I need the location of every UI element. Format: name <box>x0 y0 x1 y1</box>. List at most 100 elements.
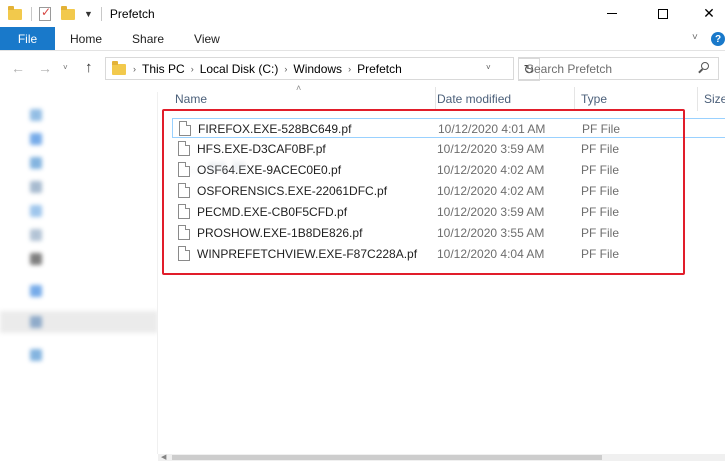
search-box[interactable] <box>518 57 719 80</box>
tab-share[interactable]: Share <box>117 27 179 50</box>
file-date-modified: 10/12/2020 4:04 AM <box>437 247 545 261</box>
file-row[interactable]: FIREFOX.EXE-528BC649.pf 10/12/2020 4:01 … <box>172 118 725 138</box>
sidebar-item[interactable] <box>0 128 157 150</box>
navigation-bar: ← → ˅ ↑ › This PC › Local Disk (C:) › Wi… <box>0 55 725 83</box>
tab-file-label: File <box>17 31 38 46</box>
file-row[interactable]: OSF64.EXE-9ACEC0E0.pf 10/12/2020 4:02 AM… <box>172 160 725 180</box>
sidebar-item[interactable] <box>0 200 157 222</box>
sidebar-item[interactable] <box>0 248 157 270</box>
tab-file[interactable]: File <box>0 27 55 50</box>
search-input[interactable] <box>526 61 696 76</box>
file-type: PF File <box>581 142 620 156</box>
explorer-window: ▼ Prefetch ✕ File Home Share View ˅ ? ← … <box>0 0 725 461</box>
breadcrumb-separator-icon[interactable]: › <box>133 64 136 74</box>
new-folder-icon[interactable] <box>61 5 77 22</box>
file-name: FIREFOX.EXE-528BC649.pf <box>198 122 352 136</box>
scroll-left-arrow-icon[interactable]: ◀ <box>161 453 166 461</box>
column-header-size-label: Size <box>704 92 725 106</box>
back-arrow-icon[interactable]: ← <box>11 60 25 76</box>
file-row[interactable]: WINPREFETCHVIEW.EXE-F87C228A.pf 10/12/20… <box>172 244 725 264</box>
quick-access-toolbar: ▼ Prefetch <box>0 0 155 27</box>
column-header-type[interactable]: Type <box>575 87 698 111</box>
column-header-date-label: Date modified <box>437 92 512 106</box>
breadcrumb-separator-icon[interactable]: › <box>348 64 351 74</box>
file-type: PF File <box>581 247 620 261</box>
horizontal-scrollbar[interactable]: ◀ <box>158 454 725 461</box>
ribbon-tabs: File Home Share View ˅ ? <box>0 27 725 51</box>
sidebar-item[interactable] <box>0 176 157 198</box>
recent-locations-chevron-icon[interactable]: ˅ <box>63 63 68 72</box>
breadcrumb-local-disk[interactable]: Local Disk (C:) <box>200 62 279 76</box>
expand-ribbon-chevron-icon[interactable]: ˅ <box>692 32 698 43</box>
file-date-modified: 10/12/2020 4:01 AM <box>438 122 546 136</box>
navigation-pane <box>0 92 158 454</box>
file-name: WINPREFETCHVIEW.EXE-F87C228A.pf <box>197 247 418 261</box>
help-icon-glyph: ? <box>714 33 722 45</box>
breadcrumb-windows[interactable]: Windows <box>293 62 342 76</box>
title-bar: ▼ Prefetch ✕ <box>0 0 725 27</box>
breadcrumb-separator-icon[interactable]: › <box>284 64 287 74</box>
breadcrumb-prefetch[interactable]: Prefetch <box>357 62 402 76</box>
tab-view-label: View <box>194 31 220 46</box>
file-type: PF File <box>581 184 620 198</box>
file-row[interactable]: PECMD.EXE-CB0F5CFD.pf 10/12/2020 3:59 AM… <box>172 202 725 222</box>
folder-icon <box>8 5 24 22</box>
sidebar-item[interactable] <box>0 311 157 333</box>
file-type: PF File <box>581 163 620 177</box>
file-name: HFS.EXE-D3CAF0BF.pf <box>197 142 326 156</box>
file-date-modified: 10/12/2020 3:59 AM <box>437 142 545 156</box>
address-bar[interactable]: › This PC › Local Disk (C:) › Windows › … <box>105 57 540 81</box>
file-date-modified: 10/12/2020 4:02 AM <box>437 184 545 198</box>
tab-home-label: Home <box>70 31 103 46</box>
tab-home[interactable]: Home <box>55 27 117 50</box>
properties-icon[interactable] <box>38 5 54 22</box>
file-icon <box>178 225 190 240</box>
close-button[interactable]: ✕ <box>686 0 725 27</box>
help-icon[interactable]: ? <box>711 32 725 46</box>
sidebar-item[interactable] <box>0 152 157 174</box>
minimize-button[interactable] <box>589 0 635 27</box>
window-title: Prefetch <box>109 6 155 21</box>
column-header-date-modified[interactable]: Date modified <box>431 87 575 111</box>
file-row[interactable]: OSFORENSICS.EXE-22061DFC.pf 10/12/2020 4… <box>172 181 725 201</box>
column-headers: ˄ Name Date modified Type Size <box>158 83 725 111</box>
column-header-size[interactable]: Size <box>698 87 725 111</box>
breadcrumb-separator-icon[interactable]: › <box>191 64 194 74</box>
customize-toolbar-chevron-icon[interactable]: ▼ <box>84 9 93 19</box>
minimize-icon <box>607 13 617 14</box>
file-date-modified: 10/12/2020 4:02 AM <box>437 163 545 177</box>
maximize-button[interactable] <box>640 0 686 27</box>
column-header-type-label: Type <box>581 92 608 106</box>
sidebar-item[interactable] <box>0 224 157 246</box>
breadcrumb-this-pc[interactable]: This PC <box>142 62 185 76</box>
file-date-modified: 10/12/2020 3:55 AM <box>437 226 545 240</box>
sidebar-item[interactable] <box>0 104 157 126</box>
file-row[interactable]: PROSHOW.EXE-1B8DE826.pf 10/12/2020 3:55 … <box>172 223 725 243</box>
scrollbar-thumb[interactable] <box>172 455 602 460</box>
up-arrow-icon[interactable]: ↑ <box>85 59 93 76</box>
address-history-chevron-icon[interactable]: ˅ <box>486 63 491 72</box>
file-icon <box>178 204 190 219</box>
file-type: PF File <box>581 205 620 219</box>
forward-arrow-icon[interactable]: → <box>38 60 52 76</box>
folder-icon <box>111 60 127 77</box>
file-icon <box>178 246 190 261</box>
column-header-name[interactable]: Name <box>169 87 436 111</box>
file-row[interactable]: HFS.EXE-D3CAF0BF.pf 10/12/2020 3:59 AM P… <box>172 139 725 159</box>
close-icon: ✕ <box>703 5 715 21</box>
file-name: PECMD.EXE-CB0F5CFD.pf <box>197 205 348 219</box>
tab-share-label: Share <box>132 31 165 46</box>
file-name: PROSHOW.EXE-1B8DE826.pf <box>197 226 363 240</box>
search-icon[interactable] <box>698 62 710 74</box>
file-type: PF File <box>582 122 621 136</box>
column-header-name-label: Name <box>175 92 208 106</box>
file-type: PF File <box>581 226 620 240</box>
file-icon <box>178 162 190 177</box>
file-icon <box>179 121 191 136</box>
file-date-modified: 10/12/2020 3:59 AM <box>437 205 545 219</box>
sidebar-item[interactable] <box>0 280 157 302</box>
tab-view[interactable]: View <box>179 27 235 50</box>
sidebar-item[interactable] <box>0 344 157 366</box>
file-icon <box>178 183 190 198</box>
file-name: OSFORENSICS.EXE-22061DFC.pf <box>197 184 388 198</box>
